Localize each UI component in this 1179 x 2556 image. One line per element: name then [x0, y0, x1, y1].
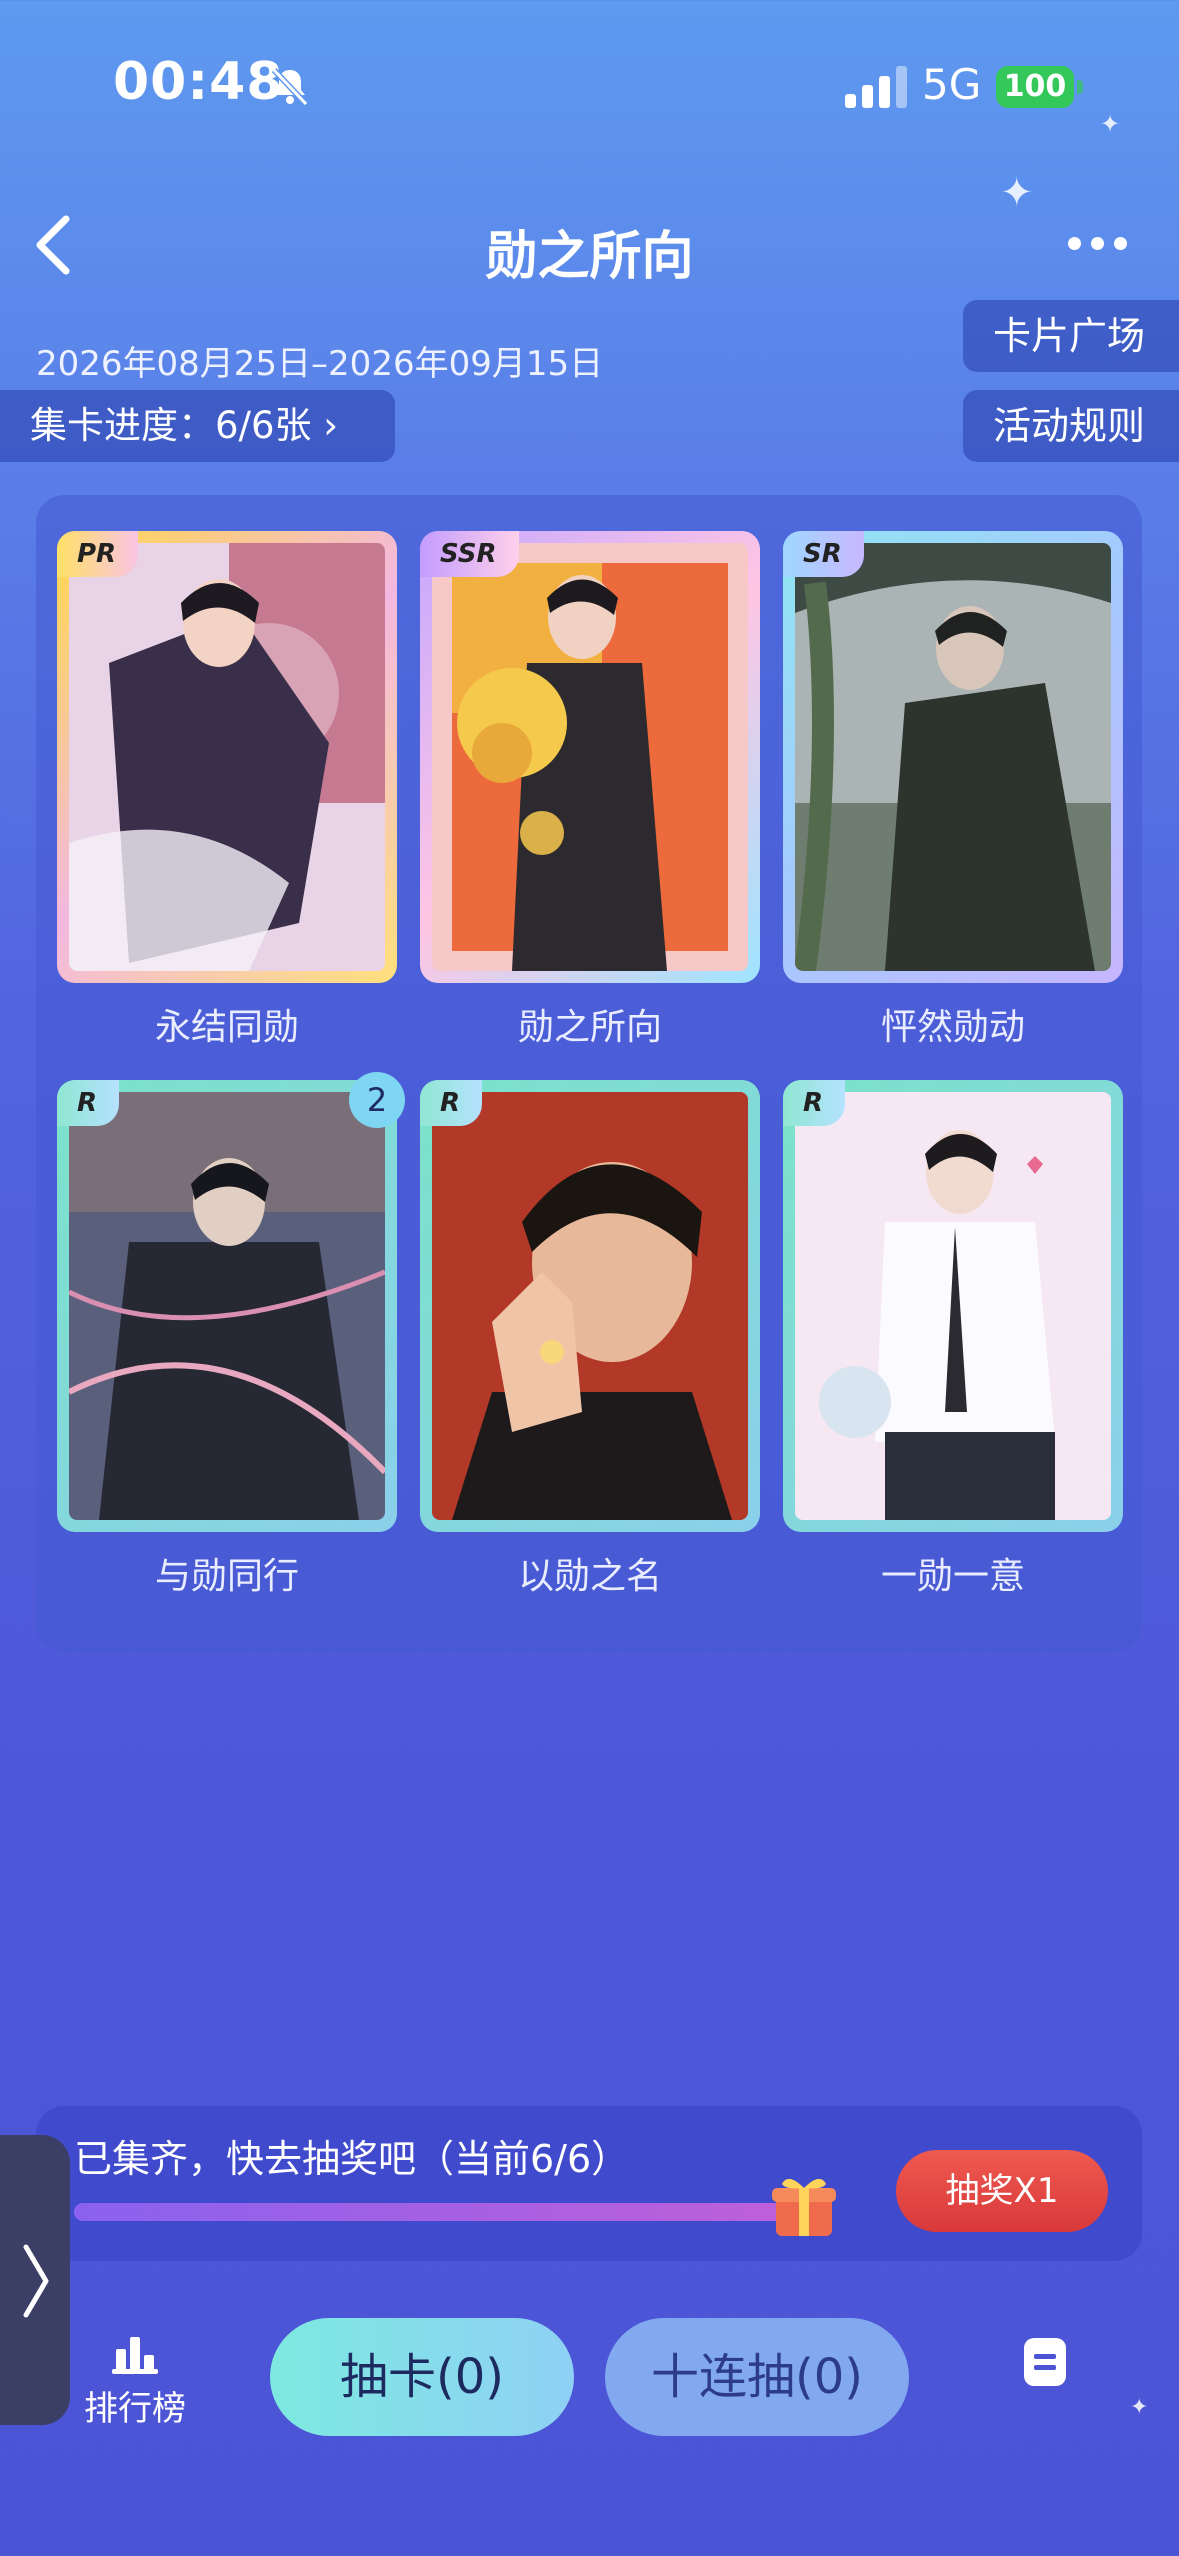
more-icon[interactable] — [1068, 228, 1138, 258]
card-name: 勋之所向 — [517, 1007, 662, 1048]
rarity-tag: R — [420, 1080, 483, 1126]
status-time: 00:48 — [113, 52, 284, 112]
lottery-status-text: 已集齐，快去抽奖吧（当前6/6） — [74, 2137, 630, 2181]
card-item[interactable]: SSR — [420, 531, 760, 983]
card-count-badge: 2 — [349, 1072, 405, 1128]
card-art — [69, 1092, 385, 1520]
rank-label: 排行榜 — [84, 2389, 186, 2429]
gift-icon — [772, 2178, 836, 2236]
card-art — [69, 543, 385, 971]
ten-draw-button[interactable]: 十连抽(0) — [605, 2318, 909, 2436]
document-icon[interactable] — [1024, 2338, 1066, 2386]
card-name: 与勋同行 — [154, 1556, 299, 1597]
sparkle-decoration: ✦ — [1000, 170, 1034, 216]
side-drawer-tab[interactable] — [0, 2135, 70, 2425]
card-name: 怦然勋动 — [880, 1007, 1025, 1048]
card-item[interactable]: R — [783, 1080, 1123, 1532]
rarity-tag: PR — [57, 531, 139, 577]
sparkle-decoration: ✦ — [1130, 2395, 1149, 2420]
collect-progress-button[interactable]: 集卡进度：6/6张 › — [0, 390, 395, 462]
card-art — [795, 543, 1111, 971]
card-name: 一勋一意 — [880, 1556, 1025, 1597]
card-name: 以勋之名 — [517, 1556, 662, 1597]
rarity-tag: SR — [783, 531, 864, 577]
card-plaza-button[interactable]: 卡片广场 — [963, 300, 1179, 372]
rank-icon — [112, 2337, 158, 2374]
rank-button[interactable]: 排行榜 — [80, 2335, 190, 2430]
card-art — [795, 1092, 1111, 1520]
battery-tip — [1077, 80, 1083, 94]
lottery-draw-button[interactable]: 抽奖X1 — [896, 2150, 1108, 2232]
card-name: 永结同勋 — [154, 1007, 299, 1048]
battery-indicator: 100 — [996, 66, 1074, 108]
status-bar: 00:48 5G 100 — [0, 0, 1179, 170]
chevron-right-icon — [23, 2244, 49, 2318]
bell-muted-icon — [271, 67, 309, 107]
page-title: 勋之所向 — [485, 227, 694, 287]
draw-card-button[interactable]: 抽卡(0) — [270, 2318, 574, 2436]
card-item[interactable]: PR — [57, 531, 397, 983]
lottery-progress-fill — [74, 2203, 814, 2221]
card-art — [432, 543, 748, 971]
network-label: 5G — [922, 60, 982, 109]
rarity-tag: R — [783, 1080, 846, 1126]
card-item[interactable]: SR — [783, 531, 1123, 983]
date-range: 2026年08月25日–2026年09月15日 — [36, 344, 604, 384]
card-art — [432, 1092, 748, 1520]
card-item[interactable]: R — [420, 1080, 760, 1532]
rarity-tag: SSR — [420, 531, 519, 577]
signal-icon — [845, 66, 907, 108]
card-item[interactable]: R 2 — [57, 1072, 405, 1532]
lottery-progress-bar — [74, 2203, 814, 2221]
rules-button[interactable]: 活动规则 — [963, 390, 1179, 462]
rarity-tag: R — [57, 1080, 120, 1126]
